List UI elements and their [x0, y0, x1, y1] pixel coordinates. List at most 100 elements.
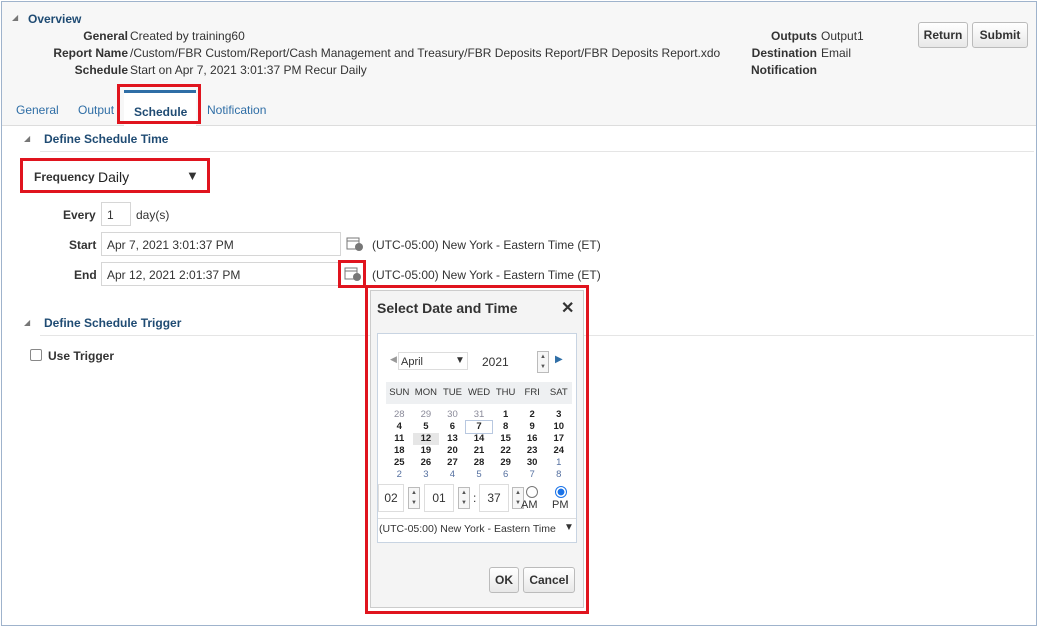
- calendar-day[interactable]: 23: [519, 445, 546, 457]
- am-radio[interactable]: [526, 486, 538, 498]
- hour-spinner[interactable]: ▲ ▼: [408, 487, 420, 509]
- month-select[interactable]: April ▼: [398, 352, 468, 370]
- tab-general[interactable]: General: [16, 103, 59, 117]
- calendar-day[interactable]: 30: [519, 457, 546, 469]
- close-icon[interactable]: ✕: [561, 298, 574, 318]
- calendar-day[interactable]: 6: [492, 469, 519, 481]
- calendar-day[interactable]: 11: [386, 433, 413, 445]
- calendar-day[interactable]: 13: [439, 433, 466, 445]
- calendar-day[interactable]: 26: [413, 457, 440, 469]
- year-value[interactable]: 2021: [482, 355, 509, 369]
- general-label: General: [83, 29, 128, 43]
- previous-month-icon[interactable]: ◀: [390, 354, 397, 365]
- calendar-week-row: 18 19 20 21 22 23 24: [386, 445, 572, 457]
- minute-input[interactable]: 01: [424, 484, 454, 512]
- calendar-day[interactable]: 19: [413, 445, 440, 457]
- calendar-day[interactable]: 12: [412, 433, 440, 445]
- submit-button[interactable]: Submit: [972, 22, 1028, 48]
- calendar-day[interactable]: 29: [492, 457, 519, 469]
- calendar-day[interactable]: 8: [492, 421, 519, 433]
- second-input[interactable]: 37: [479, 484, 509, 512]
- collapse-triangle-icon[interactable]: ◢: [12, 13, 18, 22]
- calendar-day[interactable]: 22: [492, 445, 519, 457]
- calendar-day[interactable]: 7: [464, 420, 494, 434]
- dropdown-arrow-icon: ▼: [186, 168, 199, 183]
- destination-value: Email: [821, 46, 852, 60]
- collapse-triangle-icon[interactable]: ◢: [24, 318, 30, 327]
- ok-button[interactable]: OK: [489, 567, 519, 593]
- calendar-day[interactable]: 31: [466, 409, 493, 421]
- start-timezone: (UTC-05:00) New York - Eastern Time (ET): [372, 238, 601, 252]
- calendar-day[interactable]: 2: [386, 469, 413, 481]
- calendar-day[interactable]: 18: [386, 445, 413, 457]
- tab-output[interactable]: Output: [78, 103, 114, 117]
- calendar-day[interactable]: 14: [466, 433, 493, 445]
- weekday-label: SUN: [389, 387, 410, 398]
- calendar-day[interactable]: 20: [439, 445, 466, 457]
- calendar-day[interactable]: 5: [466, 469, 493, 481]
- calendar-day[interactable]: 24: [545, 445, 572, 457]
- cancel-button[interactable]: Cancel: [523, 567, 575, 593]
- dialog-title: Select Date and Time: [377, 300, 518, 316]
- calendar-day[interactable]: 4: [386, 421, 413, 433]
- calendar-day[interactable]: 3: [413, 469, 440, 481]
- schedule-tab-highlight: [117, 84, 201, 124]
- frequency-value: Daily: [98, 169, 130, 185]
- destination-label: Destination: [751, 46, 817, 60]
- calendar-day[interactable]: 1: [492, 409, 519, 421]
- return-button[interactable]: Return: [918, 22, 968, 48]
- use-trigger-label: Use Trigger: [48, 349, 115, 363]
- year-spinner[interactable]: ▲ ▼: [537, 351, 549, 373]
- calendar-day[interactable]: 7: [519, 469, 546, 481]
- schedule-value: Start on Apr 7, 2021 3:01:37 PM Recur Da…: [130, 63, 367, 77]
- end-date-input[interactable]: Apr 12, 2021 2:01:37 PM: [101, 262, 341, 286]
- calendar-day[interactable]: 28: [466, 457, 493, 469]
- calendar-day[interactable]: 8: [545, 469, 572, 481]
- calendar-day[interactable]: 28: [386, 409, 413, 421]
- notification-label: Notification: [751, 63, 817, 77]
- calendar-day[interactable]: 5: [413, 421, 440, 433]
- calendar-day[interactable]: 17: [545, 433, 572, 445]
- calendar-day[interactable]: 30: [439, 409, 466, 421]
- calendar-day[interactable]: 6: [439, 421, 466, 433]
- weekday-label: FRI: [524, 387, 540, 398]
- start-date-input[interactable]: Apr 7, 2021 3:01:37 PM: [101, 232, 341, 256]
- timezone-value: (UTC-05:00) New York - Eastern Time: [379, 523, 556, 535]
- every-input[interactable]: 1: [101, 202, 131, 226]
- am-label: AM: [521, 499, 538, 511]
- weekday-label: WED: [467, 387, 491, 398]
- pm-label: PM: [552, 499, 569, 511]
- calendar-day[interactable]: 4: [439, 469, 466, 481]
- calendar-day[interactable]: 16: [519, 433, 546, 445]
- general-value: Created by training60: [130, 29, 245, 43]
- hour-input[interactable]: 02: [378, 484, 404, 512]
- calendar-day[interactable]: 10: [545, 421, 572, 433]
- calendar-day[interactable]: 29: [413, 409, 440, 421]
- next-month-icon[interactable]: ▶: [555, 354, 563, 365]
- calendar-day[interactable]: 15: [492, 433, 519, 445]
- calendar-day[interactable]: 25: [386, 457, 413, 469]
- calendar-week-row: 2345678: [386, 469, 572, 481]
- tab-notification[interactable]: Notification: [207, 103, 266, 117]
- pm-radio[interactable]: [555, 486, 567, 498]
- end-timezone: (UTC-05:00) New York - Eastern Time (ET): [372, 268, 601, 282]
- minute-spinner[interactable]: ▲ ▼: [458, 487, 470, 509]
- calendar-day[interactable]: 9: [519, 421, 546, 433]
- weekday-label: MON: [414, 387, 437, 398]
- collapse-triangle-icon[interactable]: ◢: [24, 134, 30, 143]
- calendar-clock-icon[interactable]: [346, 236, 364, 252]
- select-date-time-dialog: Select Date and Time ✕ ◀ April ▼ 2021 ▲ ▼…: [370, 290, 584, 608]
- calendar-day[interactable]: 2: [519, 409, 546, 421]
- calendar-day[interactable]: 27: [439, 457, 466, 469]
- use-trigger-checkbox[interactable]: [30, 349, 42, 361]
- timezone-select[interactable]: (UTC-05:00) New York - Eastern Time ▼: [378, 518, 576, 538]
- dropdown-arrow-icon: ▼: [455, 355, 465, 366]
- calendar-day[interactable]: 21: [466, 445, 493, 457]
- calendar-day[interactable]: 3: [545, 409, 572, 421]
- overview-title: Overview: [28, 12, 82, 26]
- calendar-day[interactable]: 1: [545, 457, 572, 469]
- calendar-clock-icon[interactable]: [344, 266, 362, 282]
- calendar-panel: ◀ April ▼ 2021 ▲ ▼ ▶ SUN MON TUE WED THU FRI SA…: [377, 333, 577, 543]
- frequency-select[interactable]: Daily ▼: [98, 165, 204, 189]
- outputs-value: Output1: [821, 29, 864, 43]
